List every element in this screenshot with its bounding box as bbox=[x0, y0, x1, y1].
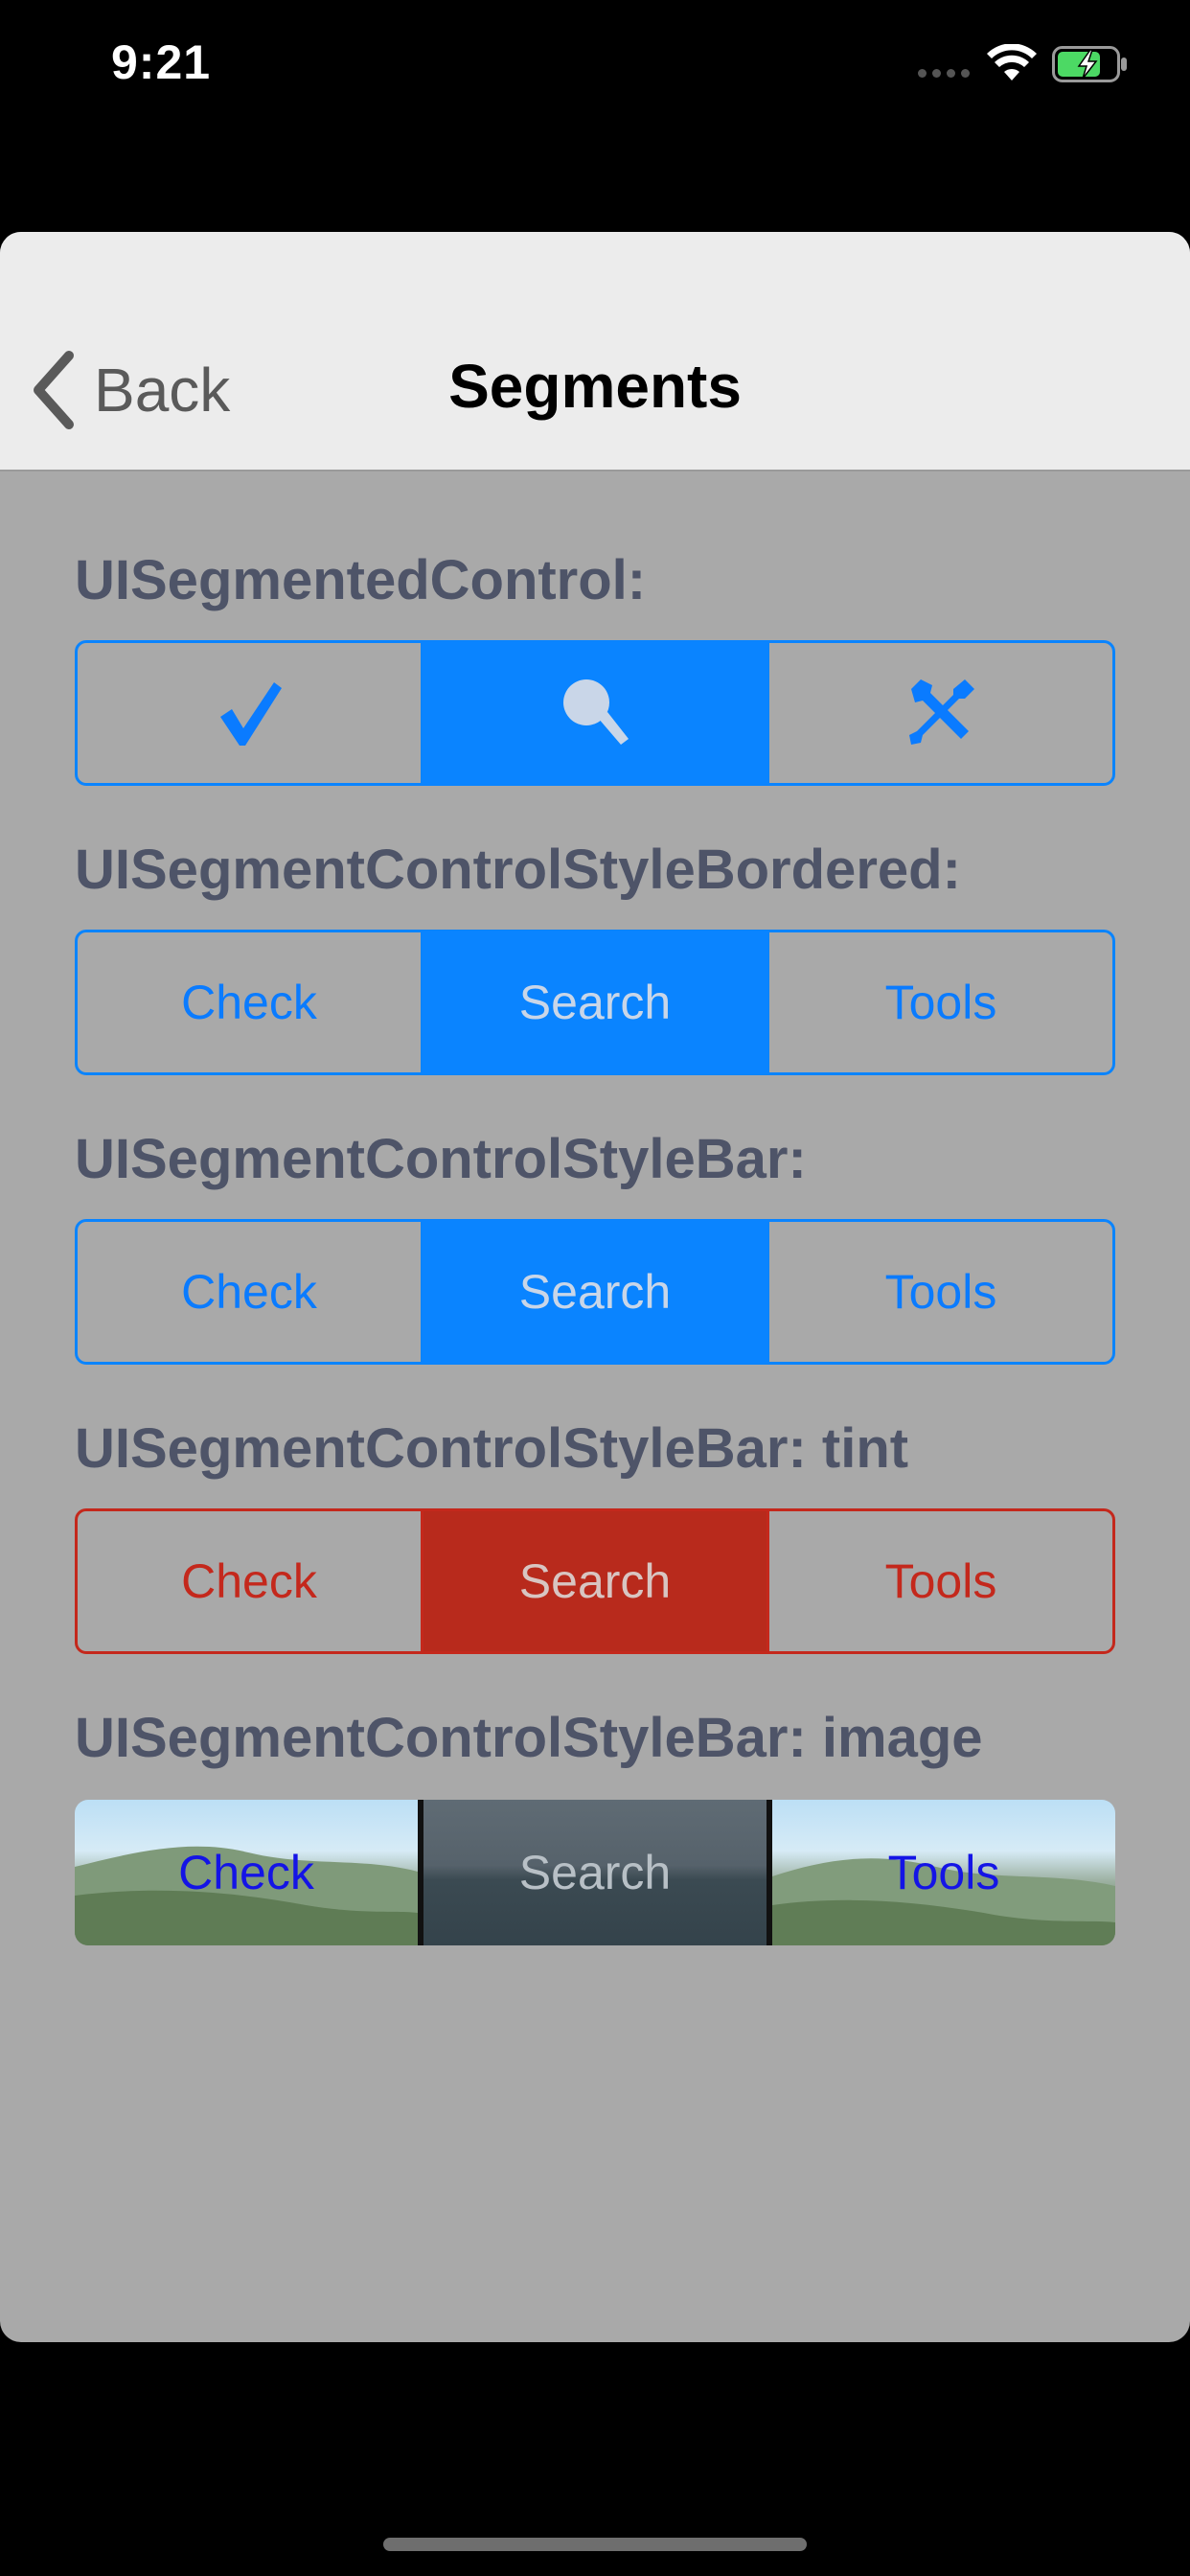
home-indicator bbox=[383, 2538, 807, 2551]
section-label-image: UISegmentControlStyleBar: image bbox=[75, 1707, 983, 1769]
navigation-bar: Back Segments bbox=[0, 232, 1190, 472]
page-title: Segments bbox=[448, 352, 742, 421]
modal-sheet: Back Segments UISegmentedControl: UISegm… bbox=[0, 232, 1190, 2342]
tools-icon bbox=[909, 679, 974, 745]
segment-check[interactable]: Check bbox=[78, 1222, 421, 1362]
section-label-bar: UISegmentControlStyleBar: bbox=[75, 1128, 807, 1190]
segment-label: Tools bbox=[887, 1846, 1000, 1899]
segment-search[interactable]: Search bbox=[421, 1511, 767, 1651]
segment-tools[interactable]: Tools bbox=[767, 1222, 1112, 1362]
segment-search[interactable]: Search bbox=[418, 1800, 772, 1945]
wifi-icon bbox=[987, 44, 1037, 80]
segment-check[interactable]: Check bbox=[78, 1511, 421, 1651]
segmented-control-bordered: Check Search Tools bbox=[75, 930, 1115, 1075]
segmented-control-icons bbox=[75, 640, 1115, 786]
segment-search[interactable]: Search bbox=[421, 932, 767, 1072]
segment-label: Check bbox=[178, 1846, 314, 1899]
segment-check[interactable]: Check bbox=[75, 1800, 418, 1945]
segment-tools[interactable]: Tools bbox=[767, 932, 1112, 1072]
segment-check[interactable]: Check bbox=[78, 932, 421, 1072]
segmented-control-bar: Check Search Tools bbox=[75, 1219, 1115, 1365]
search-icon bbox=[563, 679, 629, 745]
segmented-control-image: Check Search Tools bbox=[75, 1800, 1115, 1945]
segment-label: Search bbox=[518, 1846, 672, 1899]
section-label-bordered: UISegmentControlStyleBordered: bbox=[75, 839, 961, 901]
cellular-signal-icon bbox=[918, 69, 970, 78]
battery-charging-icon bbox=[1052, 46, 1127, 82]
segment-tools[interactable]: Tools bbox=[767, 1511, 1112, 1651]
section-label-segmented-control: UISegmentedControl: bbox=[75, 549, 647, 611]
status-time: 9:21 bbox=[111, 35, 212, 89]
segmented-control-tint: Check Search Tools bbox=[75, 1508, 1115, 1654]
section-label-tint: UISegmentControlStyleBar: tint bbox=[75, 1417, 909, 1480]
status-bar: 9:21 bbox=[0, 0, 1190, 134]
segment-search[interactable]: Search bbox=[421, 1222, 767, 1362]
segment-tools[interactable]: Tools bbox=[772, 1800, 1115, 1945]
segment-search[interactable] bbox=[421, 643, 767, 783]
segment-tools[interactable] bbox=[767, 643, 1112, 783]
screen: 9:21 Back Segments UISegmentedControl: U… bbox=[0, 0, 1190, 2576]
checkmark-icon bbox=[220, 682, 282, 746]
segment-check[interactable] bbox=[78, 643, 421, 783]
